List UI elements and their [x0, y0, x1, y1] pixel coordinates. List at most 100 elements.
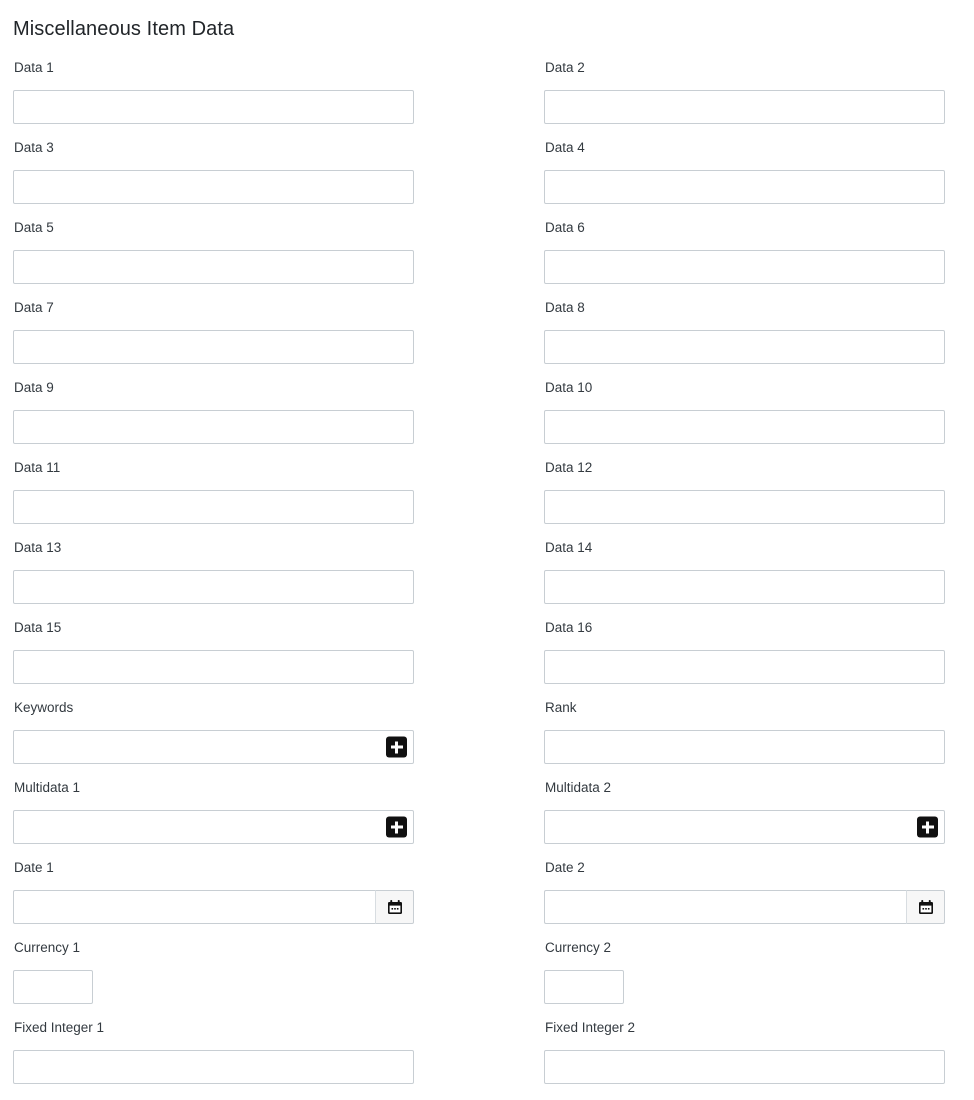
- field-label-data-8: Data 8: [545, 300, 585, 315]
- field-label-data-11: Data 11: [14, 460, 61, 475]
- field-label-date-1: Date 1: [14, 860, 54, 875]
- form-column-left: Data 1 Data 3 Data 5 Data 7 Data 9 Data 11 Dat…: [13, 60, 415, 1100]
- field-label-data-16: Data 16: [545, 620, 593, 635]
- form-field-rank: Rank: [544, 700, 946, 780]
- input-group-data-2: [544, 90, 945, 124]
- form-field-data-4: Data 4: [544, 140, 946, 220]
- input-data-14[interactable]: [544, 570, 945, 604]
- add-multidata-1-button[interactable]: [386, 816, 407, 838]
- input-multidata-1[interactable]: [13, 810, 414, 844]
- field-label-currency-2: Currency 2: [545, 940, 612, 955]
- input-group-currency-1: [13, 970, 93, 1004]
- field-label-data-12: Data 12: [545, 460, 593, 475]
- form-field-data-8: Data 8: [544, 300, 946, 380]
- field-label-date-2: Date 2: [545, 860, 585, 875]
- form-column-right: Data 2 Data 4 Data 6 Data 8 Data 10 Data 12 Da…: [544, 60, 946, 1100]
- form-field-fixed-integer-1: Fixed Integer 1: [13, 1020, 415, 1100]
- field-label-data-6: Data 6: [545, 220, 585, 235]
- field-label-rank: Rank: [545, 700, 577, 715]
- form-field-currency-2: Currency 2: [544, 940, 946, 1020]
- field-label-data-2: Data 2: [545, 60, 585, 75]
- input-fixed-integer-1[interactable]: [13, 1050, 414, 1084]
- field-label-data-1: Data 1: [14, 60, 54, 75]
- input-data-16[interactable]: [544, 650, 945, 684]
- field-label-multidata-1: Multidata 1: [14, 780, 81, 795]
- field-label-fixed-integer-1: Fixed Integer 1: [14, 1020, 105, 1035]
- field-label-data-5: Data 5: [14, 220, 54, 235]
- input-group-data-15: [13, 650, 414, 684]
- input-group-data-14: [544, 570, 945, 604]
- page-title: Miscellaneous Item Data: [13, 18, 235, 41]
- input-fixed-integer-2[interactable]: [544, 1050, 945, 1084]
- input-data-13[interactable]: [13, 570, 414, 604]
- input-currency-1[interactable]: [13, 970, 93, 1004]
- form-field-data-10: Data 10: [544, 380, 946, 460]
- form-field-data-14: Data 14: [544, 540, 946, 620]
- field-label-fixed-integer-2: Fixed Integer 2: [545, 1020, 636, 1035]
- input-data-6[interactable]: [544, 250, 945, 284]
- input-data-15[interactable]: [13, 650, 414, 684]
- input-group-data-16: [544, 650, 945, 684]
- input-group-data-10: [544, 410, 945, 444]
- form-field-multidata-1: Multidata 1: [13, 780, 415, 860]
- form-field-currency-1: Currency 1: [13, 940, 415, 1020]
- form-field-multidata-2: Multidata 2: [544, 780, 946, 860]
- input-group-currency-2: [544, 970, 624, 1004]
- input-group-date-2: [544, 890, 945, 924]
- form-field-data-7: Data 7: [13, 300, 415, 380]
- input-data-11[interactable]: [13, 490, 414, 524]
- input-group-data-1: [13, 90, 414, 124]
- input-data-12[interactable]: [544, 490, 945, 524]
- form-field-data-3: Data 3: [13, 140, 415, 220]
- field-label-data-14: Data 14: [545, 540, 593, 555]
- input-rank[interactable]: [544, 730, 945, 764]
- form-field-data-12: Data 12: [544, 460, 946, 540]
- input-data-3[interactable]: [13, 170, 414, 204]
- input-group-data-11: [13, 490, 414, 524]
- input-data-7[interactable]: [13, 330, 414, 364]
- input-group-data-13: [13, 570, 414, 604]
- plus-icon-stroke: [926, 821, 929, 833]
- field-label-data-3: Data 3: [14, 140, 54, 155]
- input-data-10[interactable]: [544, 410, 945, 444]
- input-group-multidata-2: [544, 810, 945, 844]
- field-label-multidata-2: Multidata 2: [545, 780, 612, 795]
- input-data-4[interactable]: [544, 170, 945, 204]
- field-label-keywords: Keywords: [14, 700, 74, 715]
- calendar-icon: [387, 899, 403, 915]
- form-field-keywords: Keywords: [13, 700, 415, 780]
- input-group-date-1: [13, 890, 414, 924]
- input-currency-2[interactable]: [544, 970, 624, 1004]
- input-group-data-6: [544, 250, 945, 284]
- input-group-data-12: [544, 490, 945, 524]
- calendar-picker-button-date-1[interactable]: [375, 890, 414, 924]
- input-group-multidata-1: [13, 810, 414, 844]
- input-group-data-4: [544, 170, 945, 204]
- form-field-data-15: Data 15: [13, 620, 415, 700]
- input-data-8[interactable]: [544, 330, 945, 364]
- plus-icon-stroke: [395, 821, 398, 833]
- input-date-2[interactable]: [544, 890, 906, 924]
- calendar-picker-button-date-2[interactable]: [906, 890, 945, 924]
- field-label-data-10: Data 10: [545, 380, 593, 395]
- input-group-keywords: [13, 730, 414, 764]
- plus-icon-stroke: [395, 741, 398, 753]
- form-field-data-9: Data 9: [13, 380, 415, 460]
- input-data-9[interactable]: [13, 410, 414, 444]
- field-label-data-7: Data 7: [14, 300, 54, 315]
- input-data-1[interactable]: [13, 90, 414, 124]
- form-field-data-11: Data 11: [13, 460, 415, 540]
- form-field-fixed-integer-2: Fixed Integer 2: [544, 1020, 946, 1100]
- input-keywords[interactable]: [13, 730, 414, 764]
- input-data-2[interactable]: [544, 90, 945, 124]
- add-multidata-2-button[interactable]: [917, 816, 938, 838]
- input-multidata-2[interactable]: [544, 810, 945, 844]
- input-data-5[interactable]: [13, 250, 414, 284]
- form-field-data-6: Data 6: [544, 220, 946, 300]
- form-field-date-1: Date 1: [13, 860, 415, 940]
- input-group-data-3: [13, 170, 414, 204]
- add-keywords-button[interactable]: [386, 736, 407, 758]
- input-group-data-8: [544, 330, 945, 364]
- input-date-1[interactable]: [13, 890, 375, 924]
- form-field-data-5: Data 5: [13, 220, 415, 300]
